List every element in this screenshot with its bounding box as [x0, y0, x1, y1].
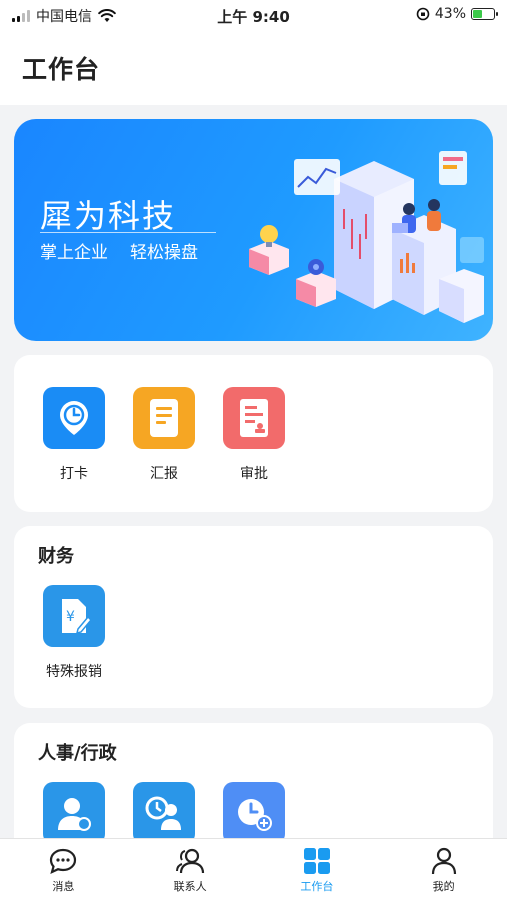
- banner-subtitle-right: 轻松操盘: [130, 243, 198, 263]
- quick-apps-card: 打卡 汇报 审批: [14, 355, 493, 512]
- orientation-lock-icon: [416, 7, 430, 21]
- page-title: 工作台: [22, 55, 101, 84]
- app-label: 特殊报销: [46, 664, 102, 680]
- battery-percent: 43%: [434, 6, 466, 22]
- tab-me[interactable]: 我的: [380, 839, 507, 900]
- banner-divider: [40, 232, 216, 233]
- battery-icon: [471, 8, 498, 20]
- report-document-icon: [133, 387, 195, 449]
- banner-illustration: [249, 151, 484, 323]
- app-hr-attendance[interactable]: [133, 782, 195, 844]
- app-clock-in[interactable]: 打卡: [43, 387, 105, 483]
- finance-card: 财务 ¥ 特殊报销: [14, 526, 493, 708]
- employee-upload-icon: [43, 782, 105, 844]
- status-right: 43%: [416, 6, 498, 22]
- contacts-icon: [176, 848, 205, 874]
- section-title-finance: 财务: [38, 546, 74, 567]
- clock-add-icon: [223, 782, 285, 844]
- page-header: 工作台: [0, 30, 507, 105]
- tab-label: 消息: [52, 880, 75, 893]
- tab-contacts[interactable]: 联系人: [127, 839, 254, 900]
- banner-subtitle: 掌上企业 轻松操盘: [40, 238, 198, 263]
- banner-title: 犀为科技: [40, 197, 177, 235]
- app-approval[interactable]: 审批: [223, 387, 285, 483]
- tab-workbench[interactable]: 工作台: [254, 839, 381, 900]
- bottom-tab-bar: 消息 联系人 工作台 我的: [0, 838, 507, 900]
- status-bar: 中国电信 上午 9:40 43%: [0, 0, 507, 30]
- app-label: 汇报: [150, 466, 178, 482]
- app-report[interactable]: 汇报: [133, 387, 195, 483]
- clock-location-icon: [43, 387, 105, 449]
- app-hr-employee[interactable]: [43, 782, 105, 844]
- reimbursement-icon: ¥: [43, 585, 105, 647]
- approval-document-icon: [223, 387, 285, 449]
- people-clock-icon: [133, 782, 195, 844]
- chat-bubble-icon: [50, 848, 77, 875]
- svg-text:¥: ¥: [66, 609, 75, 625]
- app-hr-overtime[interactable]: [223, 782, 285, 844]
- app-label: 审批: [240, 466, 268, 482]
- app-label: 打卡: [60, 466, 88, 482]
- section-title-hr: 人事/行政: [38, 743, 117, 764]
- tab-messages[interactable]: 消息: [0, 839, 127, 900]
- banner-subtitle-left: 掌上企业: [40, 243, 108, 263]
- tab-label: 联系人: [173, 880, 207, 893]
- tab-label: 工作台: [300, 880, 334, 893]
- app-special-reimbursement[interactable]: ¥ 特殊报销: [43, 585, 105, 681]
- promo-banner[interactable]: 犀为科技 掌上企业 轻松操盘: [14, 119, 493, 341]
- grid-icon: [303, 848, 330, 874]
- tab-label: 我的: [432, 880, 455, 893]
- person-icon: [431, 847, 456, 875]
